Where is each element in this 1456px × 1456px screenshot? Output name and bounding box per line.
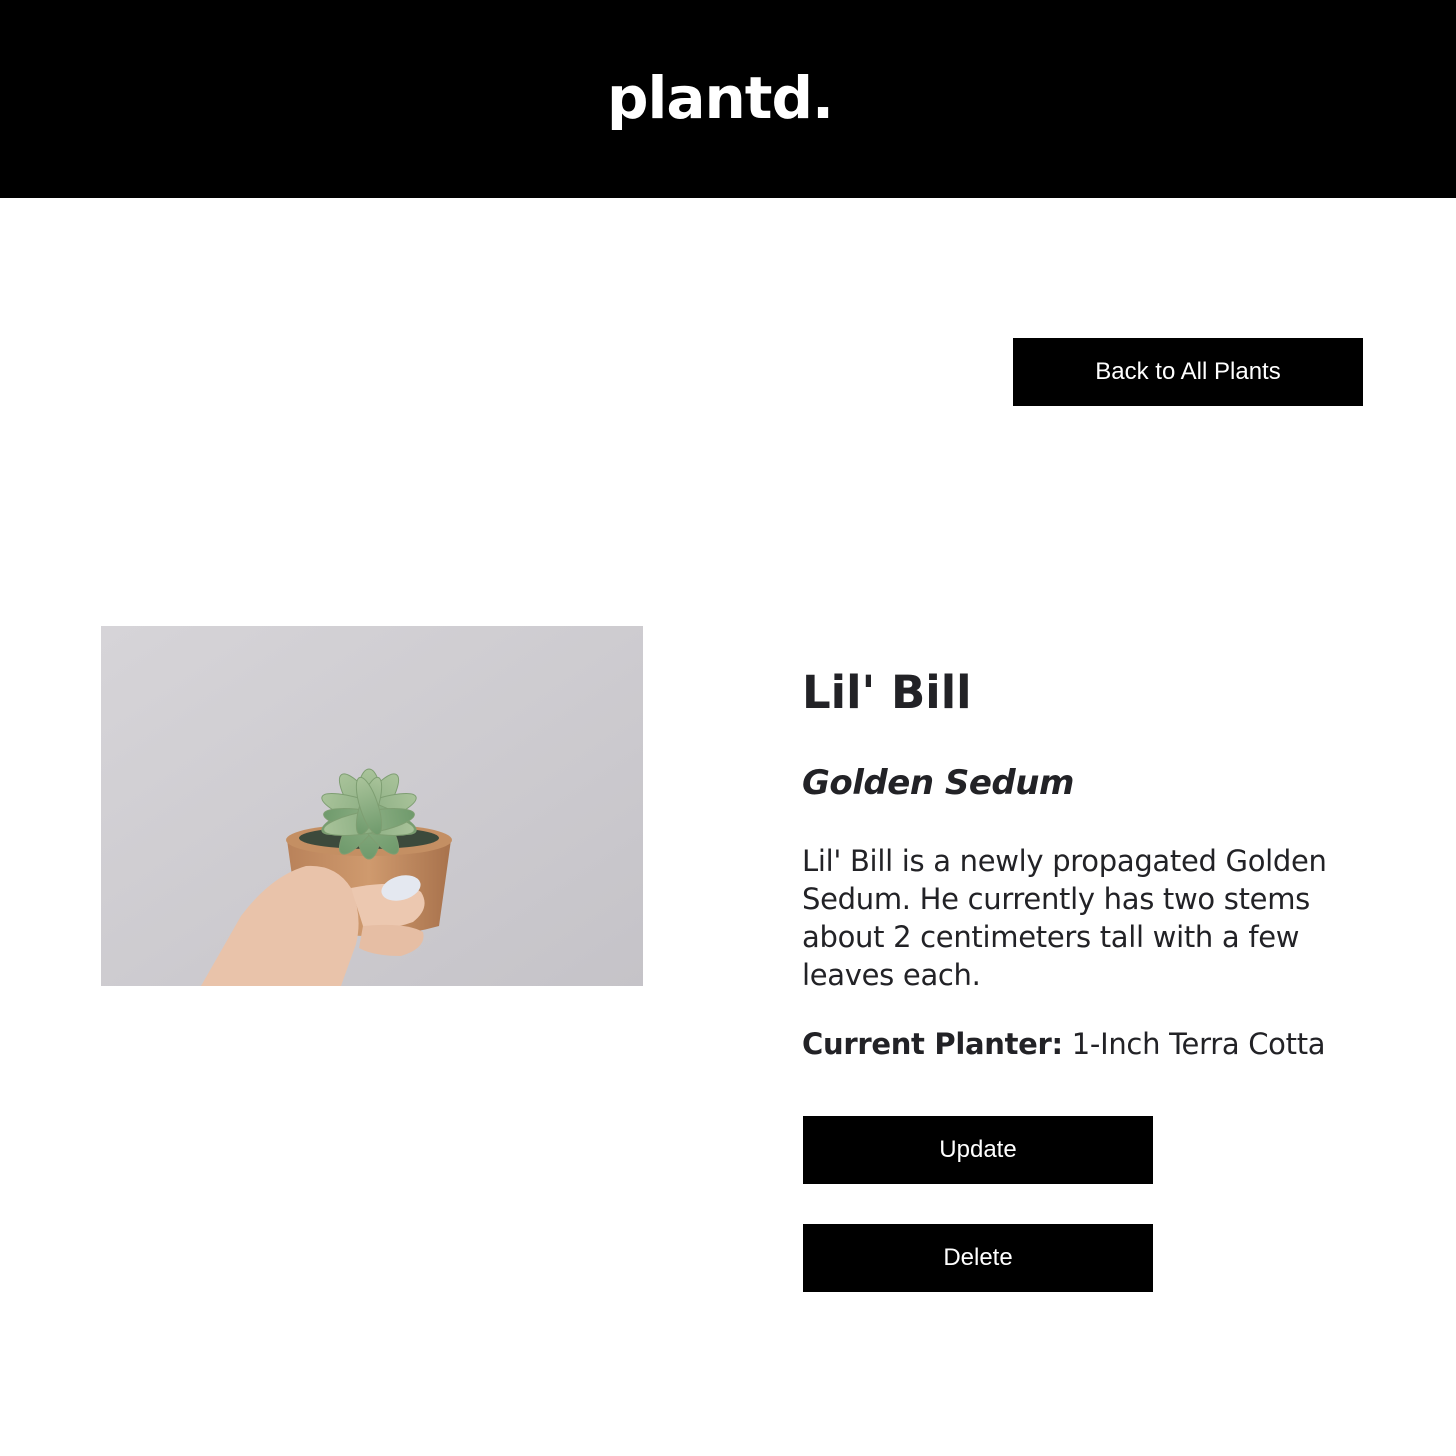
plant-name: Lil' Bill (802, 666, 972, 719)
site-header: plantd. (0, 0, 1456, 198)
current-planter: Current Planter: 1-Inch Terra Cotta (802, 1024, 1326, 1064)
current-planter-label: Current Planter: (802, 1027, 1063, 1061)
back-to-all-plants-button[interactable]: Back to All Plants (1013, 338, 1363, 406)
update-button[interactable]: Update (803, 1116, 1153, 1184)
plant-description: Lil' Bill is a newly propagated Golden S… (802, 844, 1327, 992)
site-logo[interactable]: plantd. (0, 58, 1440, 138)
delete-button[interactable]: Delete (803, 1224, 1153, 1292)
plant-photo (101, 626, 643, 986)
current-planter-value: 1-Inch Terra Cotta (1071, 1027, 1326, 1061)
plant-species: Golden Sedum (802, 763, 1074, 803)
